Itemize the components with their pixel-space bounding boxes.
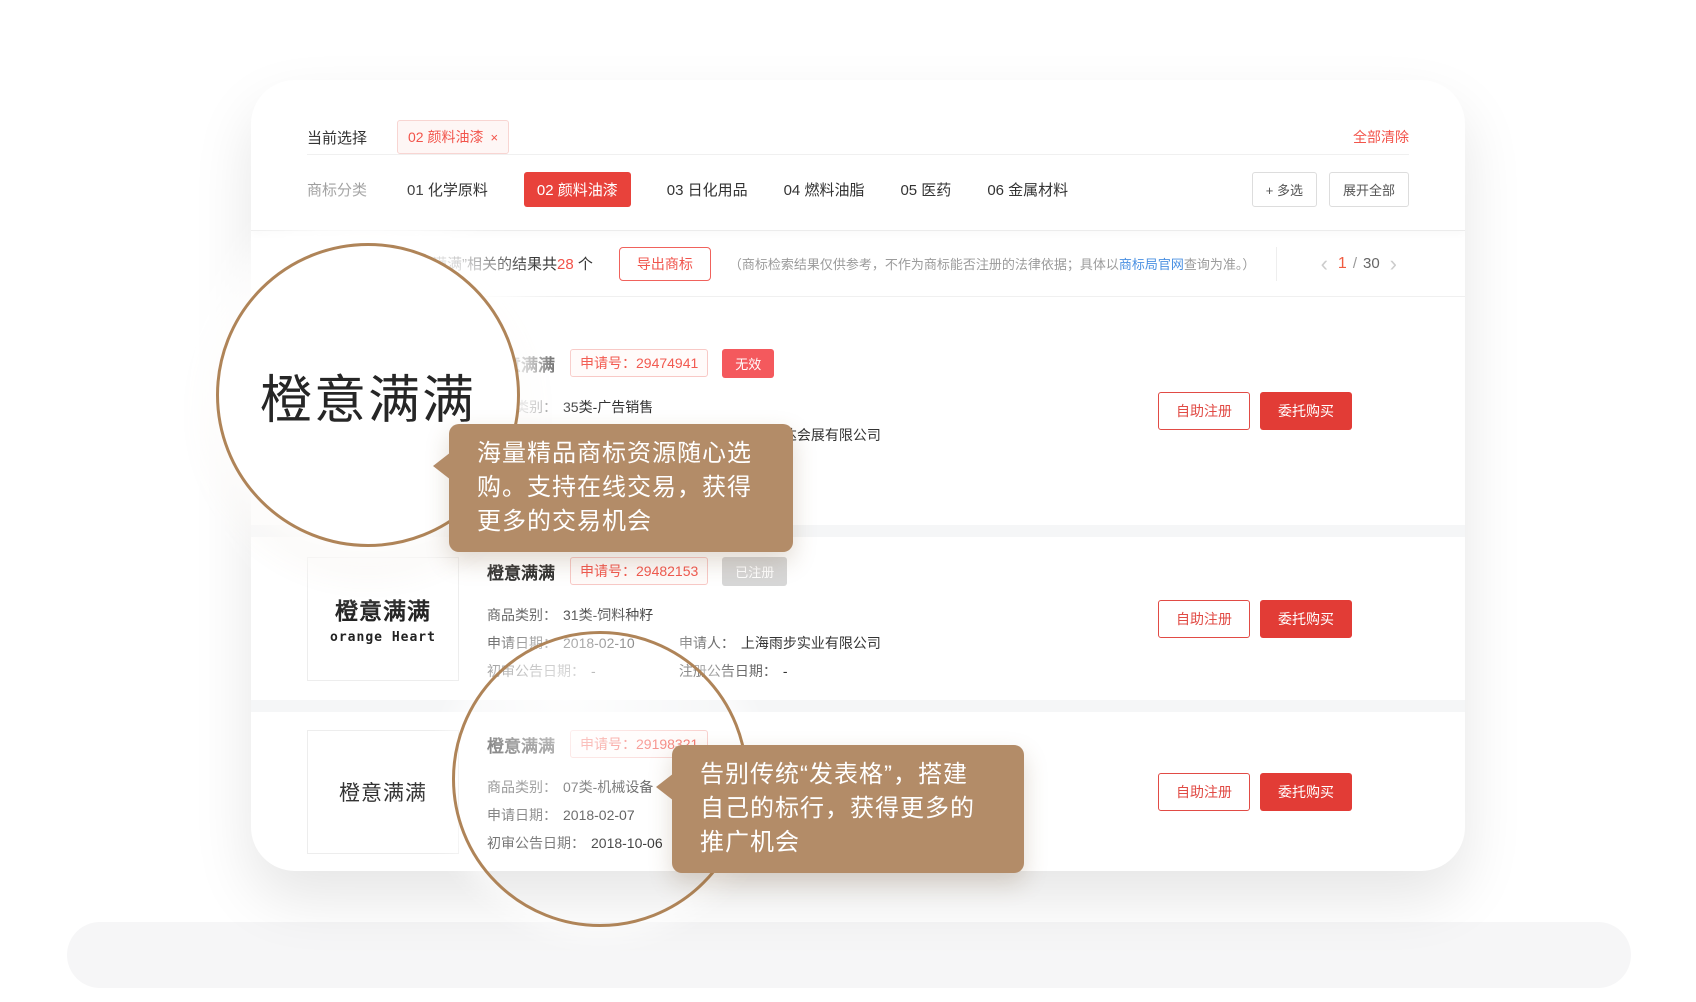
page: 当前选择 02 颜料油漆 × 全部清除 商标分类 01 化学原料 02 颜料油漆… [0,0,1696,1002]
prev-page-icon[interactable]: ‹ [1311,253,1338,275]
disclaimer-text: （商标检索结果仅供参考，不作为商标能否注册的法律依据；具体以商标局官网查询为准。… [729,254,1256,273]
current-selection-row: 当前选择 02 颜料油漆 × 全部清除 [307,80,1409,154]
magnified-trademark-text: 橙意满满 [260,358,476,433]
category-item-03[interactable]: 03 日化用品 [667,179,748,200]
pagination: ‹ 1 / 30 › [1276,247,1407,281]
status-badge-invalid: 无效 [722,349,774,378]
application-number-tag: 申请号：29474941 [570,349,708,377]
clear-all-button[interactable]: 全部清除 [1353,127,1409,147]
laptop-base [67,922,1631,988]
trademark-image-3[interactable]: 橙意满满 [307,730,459,854]
current-selection-label: 当前选择 [307,127,367,148]
status-badge-registered: 已注册 [722,557,787,586]
self-register-button[interactable]: 自助注册 [1158,773,1250,811]
category-item-04[interactable]: 04 燃料油脂 [784,179,865,200]
row-actions-1: 自助注册 委托购买 [1158,392,1352,430]
self-register-button[interactable]: 自助注册 [1158,392,1250,430]
category-item-05[interactable]: 05 医药 [900,179,951,200]
selected-filter-tag[interactable]: 02 颜料油漆 × [397,120,509,154]
row-actions-3: 自助注册 委托购买 [1158,773,1352,811]
remove-tag-icon[interactable]: × [490,130,498,145]
result-row-2: 橙意满满 orange Heart 橙意满满 申请号：29482153 已注册 … [251,537,1465,700]
multi-select-button[interactable]: + 多选 [1252,172,1317,207]
callout-marketplace: 海量精品商标资源随心选 购。支持在线交易，获得 更多的交易机会 [449,424,793,552]
entrust-buy-button[interactable]: 委托购买 [1260,392,1352,430]
application-number-tag: 申请号：29482153 [570,557,708,585]
category-item-02-selected[interactable]: 02 颜料油漆 [524,172,631,207]
selected-filter-tag-text: 02 颜料油漆 [408,127,483,147]
results-count-number: 28 [557,256,574,273]
total-pages: 30 [1363,255,1380,272]
entrust-buy-button[interactable]: 委托购买 [1260,600,1352,638]
entrust-buy-button[interactable]: 委托购买 [1260,773,1352,811]
current-page: 1 [1338,255,1347,273]
category-row-label: 商标分类 [307,179,367,200]
row-actions-2: 自助注册 委托购买 [1158,600,1352,638]
row-separator [251,700,1465,712]
self-register-button[interactable]: 自助注册 [1158,600,1250,638]
trademark-name[interactable]: 橙意满满 [487,559,555,584]
callout-promotion: 告别传统“发表格”，搭建 自己的标行，获得更多的 推广机会 [672,745,1024,873]
category-row: 商标分类 01 化学原料 02 颜料油漆 03 日化用品 04 燃料油脂 05 … [307,155,1409,207]
category-item-06[interactable]: 06 金属材料 [987,179,1068,200]
next-page-icon[interactable]: › [1380,253,1407,275]
trademark-image-2[interactable]: 橙意满满 orange Heart [307,557,459,681]
export-trademarks-button[interactable]: 导出商标 [619,247,711,281]
expand-all-button[interactable]: 展开全部 [1329,172,1409,207]
category-item-01[interactable]: 01 化学原料 [407,179,488,200]
filter-section: 当前选择 02 颜料油漆 × 全部清除 商标分类 01 化学原料 02 颜料油漆… [251,80,1465,231]
trademark-office-link[interactable]: 商标局官网 [1119,257,1184,272]
